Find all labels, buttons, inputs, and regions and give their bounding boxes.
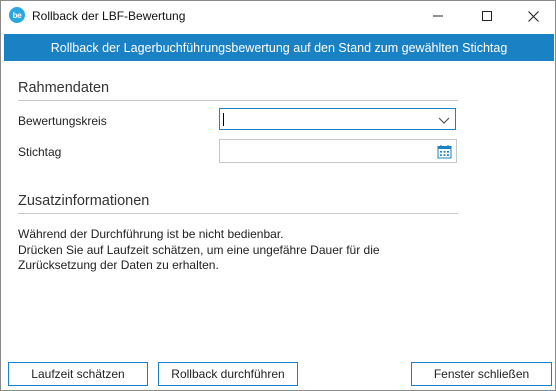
close-icon [527,10,539,22]
section-heading-zusatzinformationen: Zusatzinformationen [18,193,150,209]
text-caret [223,113,224,126]
maximize-button[interactable] [464,1,510,31]
dialog-window: be Rollback der LBF-Bewertung Rollback d… [0,0,556,391]
estimate-runtime-button[interactable]: Laufzeit schätzen [8,362,148,386]
info-line: Zurücksetzung der Daten zu erhalten. [18,258,219,272]
minimize-button[interactable] [415,1,461,31]
info-text: Während der Durchführung ist be nicht be… [18,227,518,274]
section-divider [18,100,458,101]
minimize-icon [433,15,443,17]
calendar-icon[interactable] [437,144,452,159]
maximize-icon [482,11,492,21]
run-rollback-button[interactable]: Rollback durchführen [158,362,298,386]
info-line: Während der Durchführung ist be nicht be… [18,227,284,241]
section-heading-rahmendaten: Rahmendaten [18,80,110,96]
title-bar[interactable]: be Rollback der LBF-Bewertung [1,1,555,31]
window-title: Rollback der LBF-Bewertung [32,9,186,23]
stichtag-date-field[interactable] [219,139,457,163]
app-logo-icon: be [9,7,25,23]
bewertungskreis-dropdown[interactable] [219,108,456,130]
close-dialog-button[interactable]: Fenster schließen [411,362,552,386]
stichtag-label: Stichtag [18,145,62,159]
bewertungskreis-label: Bewertungskreis [18,114,107,128]
header-banner: Rollback der Lagerbuchführungsbewertung … [4,34,554,61]
info-line: Drücken Sie auf Laufzeit schätzen, um ei… [18,242,380,257]
section-divider [18,213,458,214]
close-window-button[interactable] [510,1,556,31]
chevron-down-icon[interactable] [437,113,451,127]
